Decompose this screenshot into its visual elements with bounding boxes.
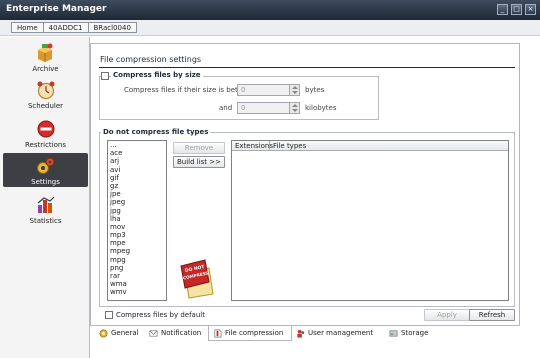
settings-panel: File compression settings Compress files… — [90, 43, 520, 326]
remove-button[interactable]: Remove — [173, 142, 225, 154]
list-item[interactable]: gz — [108, 182, 166, 190]
title-divider — [99, 67, 515, 68]
do-not-compress-icon: DO NOT COMPRESS — [180, 259, 214, 299]
restrictions-icon — [37, 120, 55, 138]
list-item[interactable]: jpeg — [108, 198, 166, 206]
list-item[interactable]: lha — [108, 215, 166, 223]
spin-arrows-icon[interactable] — [289, 85, 299, 95]
panel-title: File compression settings — [100, 55, 202, 64]
tab-label: Notification — [161, 329, 202, 337]
min-size-unit: bytes — [305, 86, 325, 94]
min-size-stepper[interactable]: 0 — [237, 84, 300, 96]
breadcrumb-bar: Home 40ADDC1 BRacl0040 — [0, 20, 540, 36]
title-bar: Enterprise Manager _ □ × — [0, 0, 540, 20]
tab-notification[interactable]: Notification — [145, 326, 207, 341]
sidebar-item-label: Settings — [31, 178, 60, 186]
spin-arrows-icon[interactable] — [289, 103, 299, 113]
and-label: and — [219, 104, 233, 112]
list-item[interactable]: ace — [108, 149, 166, 157]
list-item[interactable]: mpg — [108, 256, 166, 264]
no-compress-label: Do not compress file types — [101, 128, 211, 136]
column-separator[interactable] — [269, 141, 270, 151]
sidebar-item-label: Archive — [32, 65, 59, 73]
sidebar-item-settings[interactable]: Settings — [3, 153, 88, 187]
min-size-value: 0 — [241, 86, 246, 94]
breadcrumb-home[interactable]: Home — [12, 23, 44, 32]
build-list-button[interactable]: Build list >> — [173, 156, 225, 168]
compress-by-size-checkbox[interactable] — [101, 72, 109, 80]
sidebar-item-label: Statistics — [29, 217, 62, 225]
breadcrumb-server[interactable]: 40ADDC1 — [44, 23, 89, 32]
column-extensions[interactable]: Extensions — [235, 142, 273, 150]
list-item[interactable]: arj — [108, 157, 166, 165]
table-header: Extensions File types — [232, 141, 508, 151]
breadcrumb: Home 40ADDC1 BRacl0040 — [11, 22, 137, 33]
file-types-list[interactable]: ... ace arj avi gif gz jpe jpeg jpg lha … — [107, 140, 167, 301]
tab-storage[interactable]: Storage — [385, 326, 435, 341]
max-size-value: 0 — [241, 104, 246, 112]
list-item[interactable]: jpg — [108, 207, 166, 215]
statistics-icon — [37, 196, 55, 213]
breadcrumb-account[interactable]: BRacl0040 — [89, 23, 136, 32]
tab-general[interactable]: General — [95, 326, 145, 341]
tab-bar: General Notification File compression Us… — [90, 326, 520, 342]
list-item[interactable]: jpe — [108, 190, 166, 198]
list-item[interactable]: ... — [108, 141, 166, 149]
file-compression-icon — [214, 329, 222, 338]
window-title: Enterprise Manager — [6, 4, 107, 14]
list-item[interactable]: avi — [108, 166, 166, 174]
compress-by-default-label: Compress files by default — [116, 311, 205, 319]
apply-button[interactable]: Apply — [424, 309, 470, 321]
notification-icon — [149, 330, 158, 337]
max-size-unit: kilobytes — [305, 104, 337, 112]
settings-icon — [37, 157, 55, 174]
list-item[interactable]: png — [108, 264, 166, 272]
archive-icon — [38, 43, 53, 62]
tab-file-compression[interactable]: File compression — [208, 326, 292, 341]
general-icon — [99, 329, 108, 338]
maximize-button[interactable]: □ — [511, 4, 522, 15]
column-file-types[interactable]: File types — [273, 142, 306, 150]
sidebar: Archive Scheduler Restrictions Settings — [0, 37, 90, 358]
list-item[interactable]: mpe — [108, 239, 166, 247]
list-item[interactable]: wma — [108, 280, 166, 288]
sidebar-item-archive[interactable]: Archive — [3, 40, 88, 74]
compress-by-size-label: Compress files by size — [111, 71, 203, 79]
compress-by-default-checkbox[interactable] — [105, 311, 113, 319]
scheduler-icon — [37, 81, 55, 100]
sidebar-item-restrictions[interactable]: Restrictions — [3, 116, 88, 150]
sidebar-item-scheduler[interactable]: Scheduler — [3, 77, 88, 111]
tab-label: User management — [308, 329, 374, 337]
tab-label: General — [111, 329, 139, 337]
tab-user-management[interactable]: User management — [292, 326, 384, 341]
list-item[interactable]: wmv — [108, 288, 166, 296]
tab-label: Storage — [401, 329, 429, 337]
sidebar-item-statistics[interactable]: Statistics — [3, 192, 88, 226]
list-item[interactable]: mp3 — [108, 231, 166, 239]
minimize-button[interactable]: _ — [497, 4, 508, 15]
sidebar-item-label: Scheduler — [27, 102, 64, 110]
list-item[interactable]: rar — [108, 272, 166, 280]
list-item[interactable]: mpeg — [108, 247, 166, 255]
tab-label: File compression — [225, 329, 284, 337]
sidebar-item-label: Restrictions — [25, 141, 66, 149]
user-management-icon — [297, 329, 305, 338]
storage-icon — [389, 330, 398, 337]
list-item[interactable]: gif — [108, 174, 166, 182]
file-types-table[interactable]: Extensions File types — [231, 140, 509, 301]
max-size-stepper[interactable]: 0 — [237, 102, 300, 114]
close-button[interactable]: × — [525, 4, 536, 15]
refresh-button[interactable]: Refresh — [469, 309, 515, 321]
list-item[interactable]: mov — [108, 223, 166, 231]
